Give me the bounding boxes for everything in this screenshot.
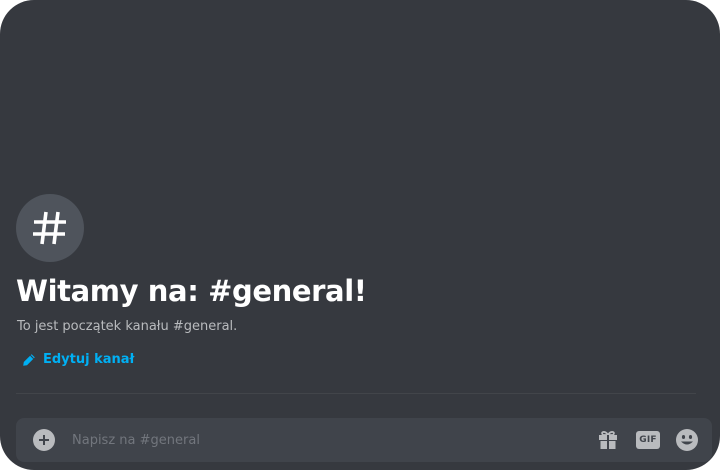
gift-icon bbox=[599, 431, 617, 449]
hashtag-icon bbox=[33, 211, 66, 245]
chat-window: Witamy na: #general! To jest początek ka… bbox=[0, 0, 720, 470]
plus-circle-icon bbox=[39, 435, 49, 445]
gif-button[interactable]: GIF bbox=[635, 429, 661, 451]
emoji-button[interactable] bbox=[675, 428, 699, 452]
attach-button[interactable] bbox=[33, 429, 55, 451]
pencil-icon bbox=[23, 354, 35, 366]
channel-avatar bbox=[16, 194, 84, 262]
smiley-icon bbox=[676, 429, 698, 451]
edit-channel-link[interactable]: Edytuj kanał bbox=[22, 350, 134, 370]
welcome-subtitle: To jest początek kanału #general. bbox=[17, 319, 238, 334]
gif-icon: GIF bbox=[636, 431, 660, 449]
edit-channel-label: Edytuj kanał bbox=[43, 352, 135, 367]
message-input[interactable] bbox=[72, 418, 572, 462]
welcome-title: Witamy na: #general! bbox=[16, 274, 367, 308]
gift-button[interactable] bbox=[597, 429, 619, 451]
message-composer: GIF bbox=[16, 418, 712, 462]
divider bbox=[16, 393, 696, 394]
